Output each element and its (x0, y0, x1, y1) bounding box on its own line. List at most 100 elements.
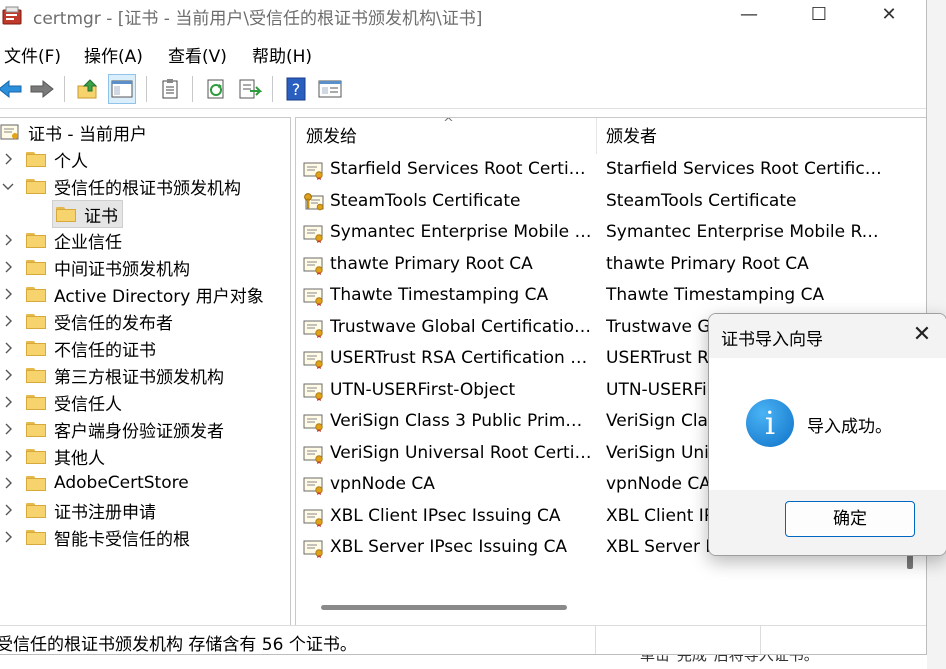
folder-icon (26, 448, 46, 464)
store-tree[interactable]: 证书 - 当前用户 个人 受信任的根证书颁发机构 证书 企业信任 中间证书颁发机… (0, 117, 291, 626)
cell-issued-by: Thawte Timestamping CA (606, 285, 825, 305)
certificate-icon (303, 318, 325, 338)
vertical-scrollbar-thumb[interactable] (907, 555, 913, 569)
certificate-icon (303, 255, 325, 275)
table-row[interactable]: Starfield Services Root Certific... Starf… (296, 154, 926, 185)
tree-item-other-people[interactable]: 其他人 (0, 443, 105, 469)
tree-item-adobecertstore[interactable]: AdobeCertStore (0, 470, 189, 496)
cell-issued-by: Symantec Enterprise Mobile Roo... (606, 222, 886, 242)
tree-item-client-auth-issuers[interactable]: 客户端身份验证颁发者 (0, 416, 224, 442)
toolbar: ? (0, 72, 926, 109)
status-bar: 受信任的根证书颁发机构 存储含有 56 个证书。 (0, 625, 926, 654)
menu-help[interactable]: 帮助(H) (252, 42, 312, 67)
sort-ascending-icon: ^ (443, 117, 454, 131)
tree-item-trusted-root[interactable]: 受信任的根证书颁发机构 (0, 173, 241, 199)
title-bar[interactable]: certmgr - [证书 - 当前用户\受信任的根证书颁发机构\证书] — ☐… (0, 0, 926, 32)
tree-item-label: 中间证书颁发机构 (54, 259, 190, 280)
column-divider[interactable] (596, 118, 597, 154)
chevron-right-icon[interactable] (2, 227, 14, 253)
window-title: certmgr - [证书 - 当前用户\受信任的根证书颁发机构\证书] (33, 9, 483, 29)
horizontal-scrollbar-thumb[interactable] (321, 605, 567, 610)
chevron-right-icon[interactable] (2, 443, 14, 469)
column-header-issued-to[interactable]: 颁发给 (306, 118, 357, 154)
folder-icon (56, 206, 76, 222)
certificate-icon (303, 381, 325, 401)
clipboard-icon[interactable] (156, 74, 184, 104)
chevron-right-icon[interactable] (2, 281, 14, 307)
chevron-right-icon[interactable] (2, 470, 14, 496)
cell-issued-to: SteamTools Certificate (330, 190, 521, 211)
cell-issued-to: thawte Primary Root CA (330, 253, 533, 274)
ok-button[interactable]: 确定 (785, 501, 915, 537)
cell-issued-to: VeriSign Class 3 Public Primary... (330, 411, 592, 431)
tree-item-label: 证书 (84, 206, 118, 227)
column-header-issued-by[interactable]: 颁发者 (606, 118, 657, 154)
table-row[interactable]: SteamTools Certificate SteamTools Certifi… (296, 186, 926, 217)
tree-item-personal[interactable]: 个人 (0, 146, 88, 172)
tree-item-active-directory[interactable]: Active Directory 用户对象 (0, 281, 264, 307)
chevron-right-icon[interactable] (2, 308, 14, 334)
tree-item-enterprise-trust[interactable]: 企业信任 (0, 227, 122, 253)
tree-item-trusted-publishers[interactable]: 受信任的发布者 (0, 308, 173, 334)
export-list-icon[interactable] (236, 74, 264, 104)
up-folder-icon[interactable] (74, 74, 102, 104)
tree-item-label: 受信任的发布者 (54, 313, 173, 334)
cell-issued-to: Trustwave Global Certification ... (330, 316, 592, 337)
chevron-down-icon[interactable] (2, 173, 14, 199)
close-window-button[interactable]: ✕ (866, 0, 912, 30)
chevron-right-icon[interactable] (2, 497, 14, 523)
tree-item-third-party-root[interactable]: 第三方根证书颁发机构 (0, 362, 224, 388)
tree-item-label: 其他人 (54, 448, 105, 469)
show-hide-tree-icon[interactable] (108, 74, 136, 104)
help-icon[interactable]: ? (282, 74, 310, 104)
properties-icon[interactable] (316, 74, 344, 104)
cell-issued-by: thawte Primary Root CA (606, 253, 809, 274)
dialog-close-button[interactable]: ✕ (907, 320, 937, 350)
tree-item-label: 受信任的根证书颁发机构 (54, 178, 241, 199)
maximize-button[interactable]: ☐ (796, 0, 842, 30)
dialog-title-bar[interactable]: 证书导入向导 ✕ (709, 314, 946, 358)
menu-file[interactable]: 文件(F) (4, 42, 61, 67)
tree-item-intermediate-ca[interactable]: 中间证书颁发机构 (0, 254, 190, 280)
certificate-icon (303, 538, 325, 558)
status-divider (760, 626, 761, 654)
table-row[interactable]: thawte Primary Root CA thawte Primary Roo… (296, 249, 926, 280)
minimize-button[interactable]: — (726, 0, 772, 30)
toolbar-separator (64, 76, 65, 102)
certificate-icon (303, 475, 325, 495)
table-row[interactable]: Thawte Timestamping CA Thawte Timestampin… (296, 280, 926, 311)
forward-icon[interactable] (28, 74, 56, 104)
chevron-right-icon[interactable] (2, 524, 14, 550)
folder-icon (26, 367, 46, 383)
chevron-right-icon[interactable] (2, 146, 14, 172)
chevron-right-icon[interactable] (2, 254, 14, 280)
tree-root-current-user[interactable]: 证书 - 当前用户 (0, 119, 147, 145)
dialog-title: 证书导入向导 (721, 330, 823, 350)
folder-icon (26, 502, 46, 518)
refresh-icon[interactable] (202, 74, 230, 104)
chevron-right-icon[interactable] (2, 362, 14, 388)
tree-item-trusted-people[interactable]: 受信任人 (0, 389, 122, 415)
certificate-icon (303, 286, 325, 306)
folder-icon (26, 313, 46, 329)
tree-item-certificates-selected[interactable]: 证书 (52, 200, 123, 228)
tree-item-label: 企业信任 (54, 232, 122, 253)
tree-item-untrusted[interactable]: 不信任的证书 (0, 335, 156, 361)
table-row[interactable]: Symantec Enterprise Mobile R... Symantec … (296, 217, 926, 248)
tree-root-label: 证书 - 当前用户 (28, 124, 147, 145)
folder-icon (26, 151, 46, 167)
cert-store-icon (0, 124, 19, 140)
cell-issued-to: XBL Server IPsec Issuing CA (330, 537, 568, 557)
cell-issued-to: VeriSign Universal Root Certifi... (330, 442, 592, 463)
back-icon[interactable] (0, 74, 24, 104)
tree-item-smart-card-root[interactable]: 智能卡受信任的根 (0, 524, 190, 550)
menu-view[interactable]: 查看(V) (168, 42, 227, 67)
certificate-key-icon (303, 192, 325, 212)
chevron-right-icon[interactable] (2, 416, 14, 442)
menu-action[interactable]: 操作(A) (84, 42, 143, 67)
chevron-right-icon[interactable] (2, 389, 14, 415)
cell-issued-to: USERTrust RSA Certification A... (330, 348, 592, 368)
tree-item-label: 智能卡受信任的根 (54, 529, 190, 550)
chevron-right-icon[interactable] (2, 335, 14, 361)
tree-item-enrollment-requests[interactable]: 证书注册申请 (0, 497, 156, 523)
